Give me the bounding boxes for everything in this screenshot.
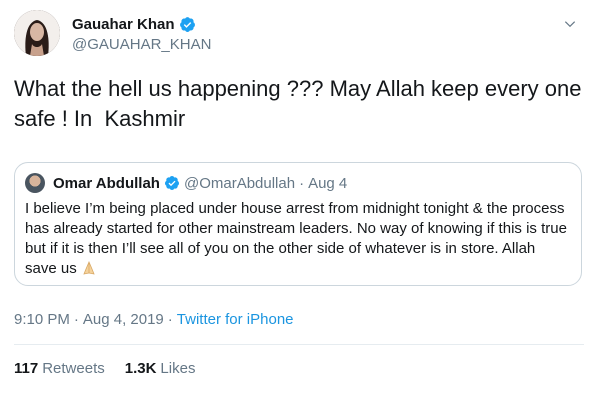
chevron-down-icon[interactable]	[560, 14, 580, 34]
quoted-author-avatar	[25, 173, 45, 193]
quoted-tweet-text: I believe I’m being placed under house a…	[25, 199, 570, 282]
separator-dot: ·	[73, 311, 79, 328]
author-name-row: Gauahar Khan	[72, 16, 196, 33]
quoted-tweet[interactable]: Omar Abdullah @OmarAbdullah · Aug 4 I be…	[14, 162, 582, 286]
quoted-tweet-body: I believe I’m being placed under house a…	[25, 200, 567, 277]
separator-dot: ·	[299, 174, 305, 192]
retweets-label: Retweets	[42, 360, 105, 377]
author-avatar[interactable]	[14, 10, 60, 56]
tweet-time[interactable]: 9:10 PM	[14, 311, 70, 328]
verified-badge-icon	[164, 175, 180, 191]
quoted-tweet-date: Aug 4	[308, 174, 348, 192]
tweet-header: Gauahar Khan @GAUAHAR_KHAN	[14, 10, 584, 60]
retweets-count: 117	[14, 360, 39, 377]
tweet-stats: 117 Retweets 1.3K Likes	[14, 360, 215, 377]
likes-count: 1.3K	[124, 360, 157, 377]
avatar-portrait-icon	[14, 10, 60, 56]
tweet-text: What the hell us happening ??? May Allah…	[14, 76, 588, 131]
quoted-author-name: Omar Abdullah	[53, 174, 160, 192]
folded-hands-icon	[81, 260, 97, 282]
quoted-tweet-header: Omar Abdullah @OmarAbdullah · Aug 4	[25, 173, 347, 193]
verified-badge-icon	[179, 16, 196, 33]
tweet-card: Gauahar Khan @GAUAHAR_KHAN What the hell…	[0, 0, 598, 393]
divider	[14, 344, 584, 345]
author-display-name[interactable]: Gauahar Khan	[72, 16, 175, 33]
tweet-date[interactable]: Aug 4, 2019	[83, 311, 164, 328]
tweet-meta: 9:10 PM · Aug 4, 2019 · Twitter for iPho…	[14, 311, 294, 328]
separator-dot: ·	[167, 311, 173, 328]
likes-stat[interactable]: 1.3K Likes	[125, 360, 196, 377]
tweet-source-link[interactable]: Twitter for iPhone	[177, 311, 294, 328]
quoted-author-handle: @OmarAbdullah	[183, 174, 296, 192]
retweets-stat[interactable]: 117 Retweets	[14, 360, 105, 377]
likes-label: Likes	[160, 360, 196, 377]
author-handle[interactable]: @GAUAHAR_KHAN	[72, 36, 211, 53]
